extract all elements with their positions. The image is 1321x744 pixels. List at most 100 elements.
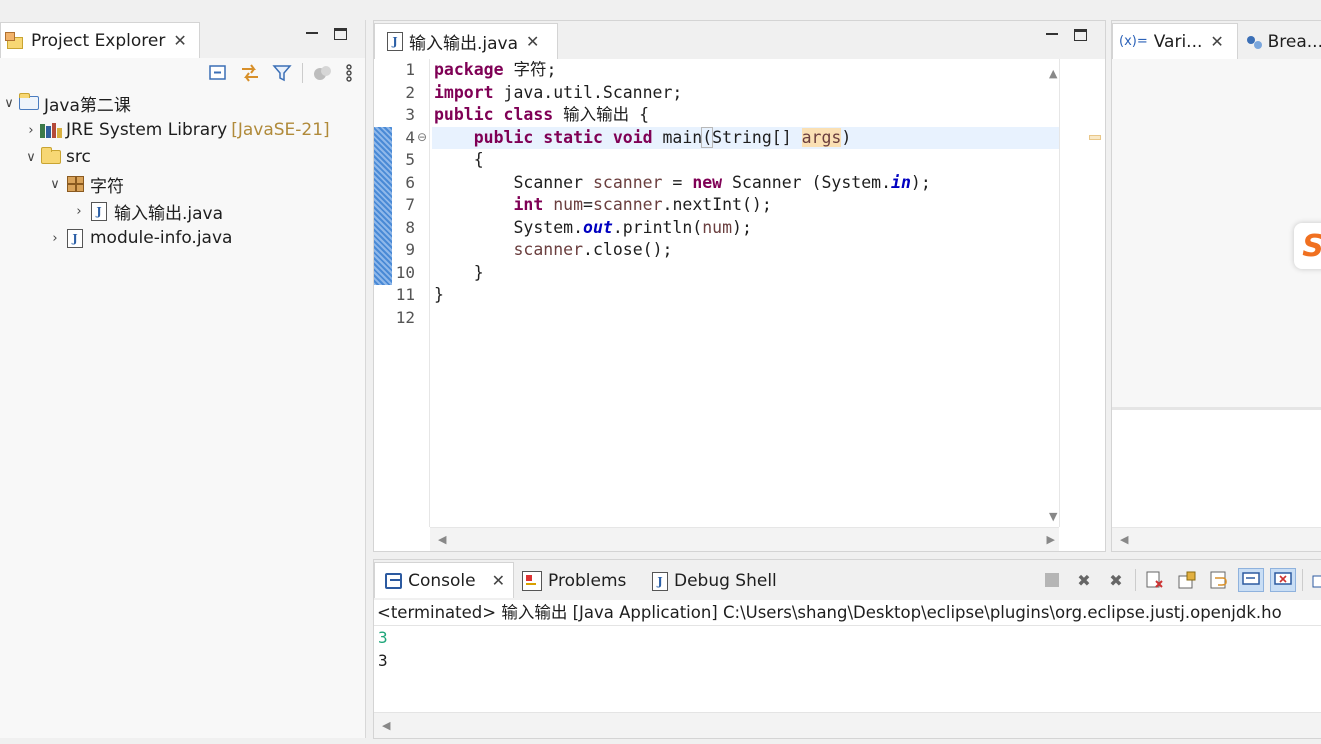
fold-collapse-icon[interactable]: ⊖ [417,130,427,144]
line-number: 12 [395,307,415,327]
tree-item-package[interactable]: ∨ 字符 [46,171,124,197]
tab-debug-shell[interactable]: J Debug Shell [652,562,777,600]
code-text: Scanner [434,172,593,192]
tab-label: Console [408,570,476,591]
line-number: 1 [405,60,415,79]
tab-variables[interactable]: (x)= Vari... ✕ [1112,23,1238,59]
tree-item-src[interactable]: ∨ src [22,144,91,170]
code-text: java.util.Scanner; [493,82,683,102]
code-text: 字符; [503,60,557,79]
tab-project-explorer[interactable]: Project Explorer ✕ [0,22,200,58]
link-with-editor-icon[interactable] [238,62,262,84]
close-icon[interactable]: ✕ [526,32,539,51]
java-file-icon: J [64,228,86,248]
show-on-stdout-icon[interactable] [1238,568,1264,592]
terminate-icon[interactable] [1039,568,1065,592]
variables-horizontal-scrollbar[interactable]: ◀ [1112,527,1321,551]
code-line: } [434,262,484,282]
clear-console-icon[interactable] [1142,568,1168,592]
code-text: .nextInt(); [662,195,772,214]
tab-label: 输入输出.java [409,34,519,54]
code-text: ); [732,217,752,237]
tree-item-decoration: [JavaSE-21] [231,120,330,140]
variables-panel [1112,59,1321,407]
tree-item-label: module-info.java [90,228,233,248]
line-number: 9 [405,240,415,259]
pin-console-icon[interactable] [1309,568,1321,592]
toolbar-separator [1302,569,1303,591]
debug-views-tabbar: (x)= Vari... ✕ Brea... [1112,21,1321,59]
scroll-left-icon[interactable]: ◀ [382,719,390,732]
minimize-icon[interactable] [1046,33,1058,35]
maximize-icon[interactable] [1074,29,1087,41]
scroll-right-icon[interactable]: ▶ [1047,533,1055,546]
tree-item-project[interactable]: ∨ Java第二课 [0,90,131,116]
editor-vertical-scrollbar[interactable]: ▲ ▼ [1049,59,1105,527]
code-line: int num=scanner.nextInt(); [432,194,1060,217]
local-variable: num [553,195,584,214]
maximize-icon[interactable] [334,28,347,40]
code-text: = [662,172,693,192]
keyword: import [434,82,494,102]
remove-launch-icon[interactable]: ✖ [1071,568,1097,592]
tab-label: Project Explorer [31,30,166,51]
chevron-down-icon[interactable]: ∨ [0,96,18,111]
code-text: 输入输出 { [553,105,650,124]
scroll-left-icon[interactable]: ◀ [1120,533,1128,546]
local-variable: num [702,217,733,237]
code-area[interactable]: package 字符; import java.util.Scanner; pu… [432,59,1060,527]
scroll-down-icon[interactable]: ▼ [1049,510,1057,523]
scroll-left-icon[interactable]: ◀ [438,533,446,546]
filter-icon[interactable] [270,62,294,84]
variable-detail-panel [1112,407,1321,527]
scroll-up-icon[interactable]: ▲ [1049,67,1057,80]
chevron-right-icon[interactable]: › [22,123,40,138]
show-on-stderr-icon[interactable] [1270,568,1296,592]
problems-icon [522,571,542,591]
tree-item-label: 输入输出.java [114,203,224,224]
editor-horizontal-scrollbar[interactable]: ◀ ▶ [430,527,1059,551]
console-horizontal-scrollbar[interactable]: ◀ [374,712,1321,738]
code-text: .close(); [583,240,673,259]
tab-label: Brea... [1267,31,1321,52]
tab-breakpoints[interactable]: Brea... [1240,23,1321,59]
collapse-all-icon[interactable] [206,62,230,84]
project-explorer-tabbar: Project Explorer ✕ [0,20,365,58]
remove-all-terminated-icon[interactable]: ✖ [1103,568,1129,592]
line-number: 6 [405,172,415,192]
toolbar-separator [1135,569,1136,591]
word-wrap-icon[interactable] [1206,568,1232,592]
code-line: scanner.close(); [432,239,1060,262]
tab-label: Problems [548,571,627,591]
close-icon[interactable]: ✕ [1210,32,1223,51]
chevron-right-icon[interactable]: › [46,231,64,246]
scroll-lock-icon[interactable] [1174,568,1200,592]
minimize-icon[interactable] [306,32,318,34]
tree-item-jre-library[interactable]: › JRE System Library [JavaSE-21] [22,117,330,143]
keyword: package [434,60,504,79]
chevron-down-icon[interactable]: ∨ [46,177,64,192]
chevron-down-icon[interactable]: ∨ [22,150,40,165]
chevron-right-icon[interactable]: › [70,204,88,219]
tree-item-module-info[interactable]: › J module-info.java [46,225,232,251]
floating-logo[interactable]: S [1294,223,1321,269]
tab-console[interactable]: Console ✕ [374,562,514,598]
view-controls [1046,29,1087,41]
close-icon[interactable]: ✕ [173,31,186,50]
java-file-icon: J [387,32,403,51]
console-toolbar: ✖ ✖ [1039,568,1321,592]
keyword: class [503,105,554,124]
tree-item-java-file[interactable]: › J 输入输出.java [70,198,223,224]
tab-editor-file[interactable]: J 输入输出.java ✕ [374,23,558,59]
focus-icon[interactable] [311,62,335,84]
line-number: 8 [405,217,415,237]
line-number: 11 [395,285,415,304]
tab-problems[interactable]: Problems [522,562,626,600]
overview-ruler-marker[interactable] [1089,135,1101,140]
close-icon[interactable]: ✕ [492,571,505,590]
view-menu-icon[interactable] [343,62,355,84]
code-line: System.out.println(num); [432,217,1060,240]
